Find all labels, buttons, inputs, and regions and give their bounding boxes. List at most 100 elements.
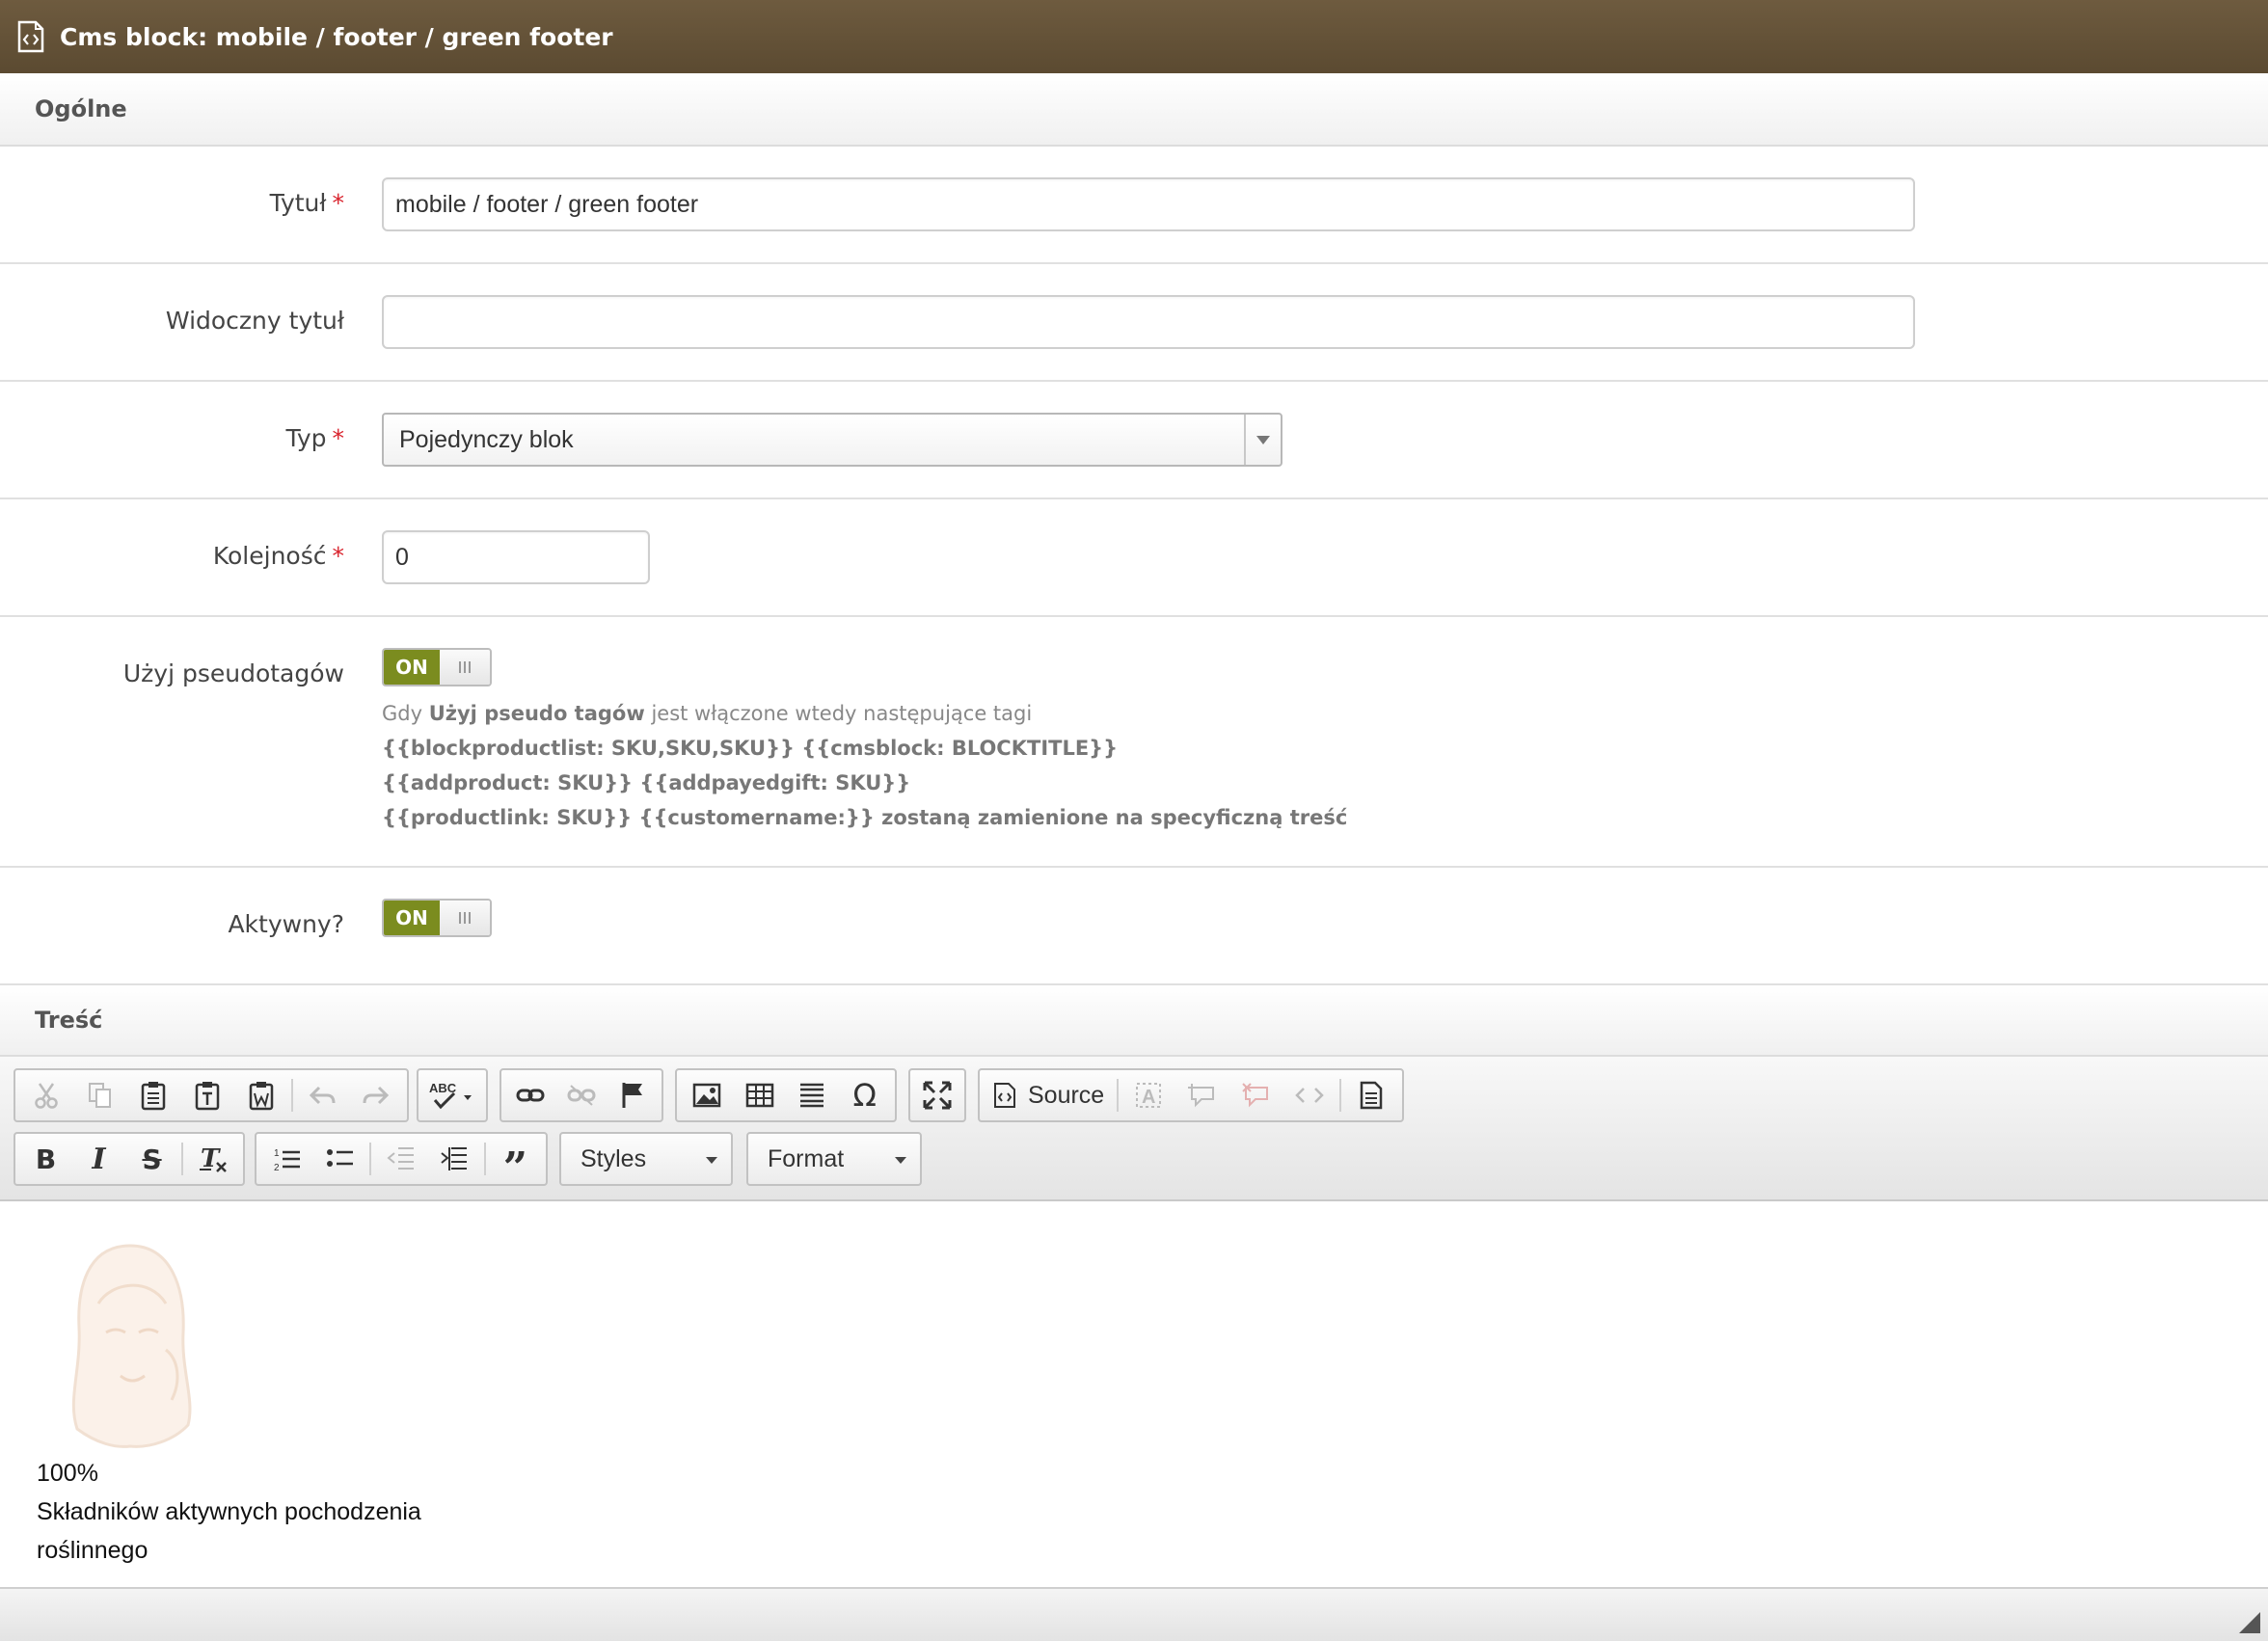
section-content-header: Treść (0, 985, 2268, 1057)
toolbar-clipboard-group (14, 1068, 409, 1122)
html-document-icon (17, 20, 44, 53)
chevron-down-icon[interactable] (1244, 415, 1281, 465)
active-label: Aktywny? (228, 910, 344, 938)
link-icon[interactable] (505, 1072, 556, 1118)
active-row: Aktywny? ON (0, 868, 2268, 985)
spellcheck-icon[interactable]: ABC (422, 1072, 482, 1118)
visible-title-label: Widoczny tytuł (165, 307, 344, 335)
pseudotags-label: Użyj pseudotagów (122, 659, 344, 687)
format-dropdown[interactable]: Format (746, 1132, 922, 1186)
required-marker: * (332, 189, 345, 217)
comment-remove-icon[interactable] (1229, 1072, 1283, 1118)
outdent-icon[interactable] (374, 1136, 427, 1182)
required-marker: * (332, 542, 345, 570)
toolbar-source-group: Source A (978, 1068, 1404, 1122)
redo-icon[interactable] (349, 1072, 403, 1118)
svg-text:A: A (1142, 1087, 1155, 1108)
section-content-title: Treść (35, 1007, 103, 1034)
help-line-1: Gdy Użyj pseudo tagów jest włączone wted… (382, 702, 1033, 725)
editor-line-description-cont: roślinnego (37, 1537, 148, 1564)
create-div-icon[interactable]: A (1121, 1072, 1175, 1118)
toolbar-maximize-group (908, 1068, 966, 1122)
indent-icon[interactable] (428, 1136, 481, 1182)
toolbar-links-group (500, 1068, 663, 1122)
toolbar-basicstyles-group: B I S T (14, 1132, 245, 1186)
face-illustration-image (71, 1244, 192, 1448)
unlink-icon[interactable] (556, 1072, 608, 1118)
toolbar-separator (1117, 1079, 1120, 1112)
strikethrough-icon[interactable]: S (125, 1136, 178, 1182)
section-general-title: Ogólne (35, 95, 127, 122)
order-label: Kolejność * (212, 542, 345, 570)
help-line-2: {{blockproductlist: SKU,SKU,SKU}} {{cmsb… (382, 737, 1119, 760)
toolbar-separator (290, 1079, 293, 1112)
horizontal-rule-icon[interactable] (786, 1072, 839, 1118)
toggle-on-label: ON (384, 650, 440, 685)
editor-content-area[interactable]: 100% Składników aktywnych pochodzenia ro… (0, 1201, 2268, 1587)
paste-word-icon[interactable] (234, 1072, 288, 1118)
undo-icon[interactable] (296, 1072, 350, 1118)
bulleted-list-icon[interactable] (313, 1136, 366, 1182)
cut-icon[interactable] (19, 1072, 73, 1118)
copy-icon[interactable] (73, 1072, 127, 1118)
document-properties-icon[interactable] (1344, 1072, 1398, 1118)
active-toggle[interactable]: ON (382, 899, 492, 937)
toolbar-lists-group: 12 ” (255, 1132, 548, 1193)
image-icon[interactable] (681, 1072, 734, 1118)
paste-icon[interactable] (126, 1072, 180, 1118)
order-input[interactable]: 0 (382, 530, 650, 584)
special-char-icon[interactable]: Ω (839, 1072, 892, 1118)
required-marker: * (332, 424, 345, 452)
toolbar-spellcheck-group: ABC (417, 1068, 488, 1122)
toolbar-separator (483, 1143, 486, 1175)
window-title: Cms block: mobile / footer / green foote… (60, 22, 613, 51)
title-row: Tytuł * mobile / footer / green footer (0, 147, 2268, 264)
editor-toolbar: ABC Ω Source A B I S T 1 2 ” Styles Form… (0, 1057, 2268, 1201)
code-snippet-icon[interactable] (1283, 1072, 1337, 1118)
editor-line-description: Składników aktywnych pochodzenia (37, 1498, 421, 1525)
title-input[interactable]: mobile / footer / green footer (382, 177, 1915, 231)
source-icon (994, 1083, 1015, 1108)
toggle-grip-icon (440, 650, 490, 685)
remove-format-icon[interactable]: T (186, 1136, 239, 1182)
pseudotags-toggle[interactable]: ON (382, 648, 492, 686)
format-dropdown-label: Format (768, 1144, 845, 1172)
toolbar-separator (181, 1143, 184, 1175)
source-button[interactable]: Source (984, 1072, 1114, 1118)
visible-title-input[interactable] (382, 295, 1915, 349)
editor-statusbar (0, 1587, 2268, 1641)
chevron-down-icon (706, 1157, 717, 1164)
comment-add-icon[interactable] (1175, 1072, 1229, 1118)
type-select[interactable]: Pojedynczy blok (382, 413, 1282, 467)
table-icon[interactable] (734, 1072, 787, 1118)
editor-text-block[interactable]: 100% Składników aktywnych pochodzenia ro… (37, 1454, 421, 1570)
help-line-4: {{productlink: SKU}} {{customername:}} z… (382, 806, 1348, 829)
order-row: Kolejność * 0 (0, 499, 2268, 617)
window-titlebar: Cms block: mobile / footer / green foote… (0, 0, 2268, 73)
source-label: Source (1028, 1081, 1105, 1109)
chevron-down-icon (895, 1157, 906, 1164)
bold-icon[interactable]: B (19, 1136, 72, 1182)
resize-handle-icon[interactable] (2239, 1612, 2260, 1633)
visible-title-row: Widoczny tytuł (0, 264, 2268, 382)
help-line-3: {{addproduct: SKU}} {{addpayedgift: SKU}… (382, 771, 911, 794)
section-general-header: Ogólne (0, 73, 2268, 147)
anchor-flag-icon[interactable] (607, 1072, 658, 1118)
blockquote-icon[interactable]: ” (489, 1136, 542, 1193)
toggle-grip-icon (440, 901, 490, 935)
toolbar-separator (1339, 1079, 1342, 1112)
toolbar-insert-group: Ω (675, 1068, 897, 1122)
maximize-icon[interactable] (914, 1072, 960, 1118)
svg-text:1: 1 (274, 1148, 280, 1159)
italic-icon[interactable]: I (72, 1136, 125, 1182)
styles-dropdown[interactable]: Styles (559, 1132, 733, 1186)
toolbar-separator (369, 1143, 372, 1175)
type-select-value: Pojedynczy blok (399, 425, 574, 453)
title-label: Tytuł * (269, 189, 345, 217)
type-row: Typ * Pojedynczy blok (0, 382, 2268, 499)
numbered-list-icon[interactable]: 12 (260, 1136, 313, 1182)
editor-line-percent: 100% (37, 1460, 98, 1487)
pseudotags-help: Gdy Użyj pseudo tagów jest włączone wted… (382, 696, 1347, 835)
type-label: Typ * (285, 424, 344, 452)
paste-text-icon[interactable] (180, 1072, 234, 1118)
